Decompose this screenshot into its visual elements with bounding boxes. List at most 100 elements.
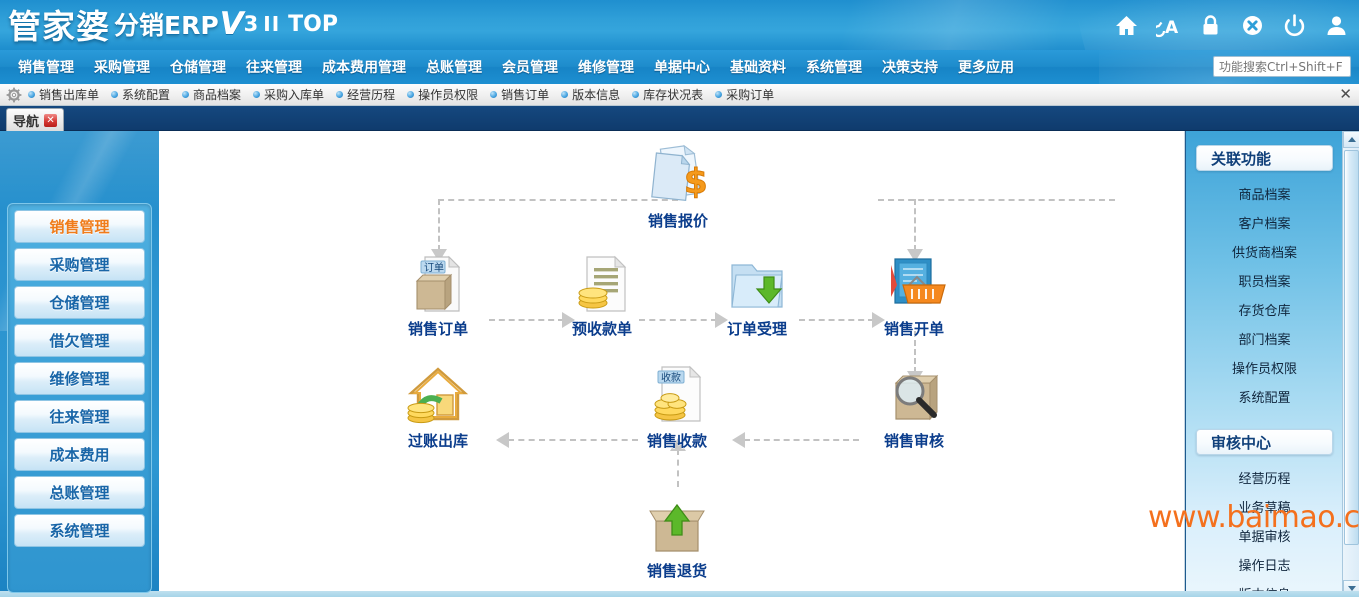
right-panel-link-0-4[interactable]: 存货仓库 <box>1186 295 1343 324</box>
shortcut-item-2[interactable]: 商品档案 <box>182 86 241 103</box>
sales-flow-diagram: $ 销售报价 订单 销售订单 预收款单 订单受理 销售开单 过账出库 收款 销售… <box>159 131 1184 597</box>
flow-node-sales-quote[interactable]: $ 销售报价 <box>618 133 738 231</box>
right-panel-link-1-1[interactable]: 业务草稿 <box>1186 492 1343 521</box>
shortcut-item-4[interactable]: 经营历程 <box>336 86 395 103</box>
right-panel-link-0-5[interactable]: 部门档案 <box>1186 324 1343 353</box>
home-icon[interactable] <box>1114 13 1139 38</box>
sidebar-item-6[interactable]: 成本费用 <box>14 438 145 471</box>
svg-text:$: $ <box>684 162 708 202</box>
scroll-up-arrow-icon[interactable] <box>1343 131 1359 148</box>
flow-node-sales-order[interactable]: 订单 销售订单 <box>378 241 498 339</box>
right-panel-link-1-3[interactable]: 操作日志 <box>1186 550 1343 579</box>
flow-node-post-outbound[interactable]: 过账出库 <box>378 353 498 451</box>
shortcut-bullet-icon <box>407 91 415 98</box>
close-circle-icon[interactable] <box>1240 13 1265 38</box>
font-size-icon[interactable]: A <box>1156 13 1181 38</box>
right-panel-link-0-2[interactable]: 供货商档案 <box>1186 237 1343 266</box>
menu-item-10[interactable]: 系统管理 <box>796 52 872 82</box>
right-panel-group-1: 审核中心经营历程业务草稿单据审核操作日志版本信息 <box>1186 429 1343 597</box>
sidebar-item-7[interactable]: 总账管理 <box>14 476 145 509</box>
basket-invoice-icon <box>854 241 974 315</box>
shortcut-bullet-icon <box>253 91 261 98</box>
logo-v-mark: V <box>219 6 244 42</box>
shortcut-item-3[interactable]: 采购入库单 <box>253 86 324 103</box>
shortcut-item-0[interactable]: 销售出库单 <box>28 86 99 103</box>
search-input[interactable] <box>1214 57 1359 76</box>
right-panel-link-0-3[interactable]: 职员档案 <box>1186 266 1343 295</box>
sidebar-item-4[interactable]: 维修管理 <box>14 362 145 395</box>
right-panel-group-title: 关联功能 <box>1196 145 1333 171</box>
shortcut-bullet-icon <box>182 91 190 98</box>
flow-node-sales-billing[interactable]: 销售开单 <box>854 241 974 339</box>
logo-brand-cn: 管家婆 <box>8 7 110 46</box>
right-panel-scrollbar[interactable] <box>1342 131 1359 597</box>
flow-node-label: 销售审核 <box>883 432 944 450</box>
shortcut-bullet-icon <box>632 91 640 98</box>
sidebar-item-3[interactable]: 借欠管理 <box>14 324 145 357</box>
shortcut-item-8[interactable]: 库存状况表 <box>632 86 703 103</box>
menu-item-6[interactable]: 会员管理 <box>492 52 568 82</box>
right-panel-link-0-1[interactable]: 客户档案 <box>1186 208 1343 237</box>
flow-node-label: 销售订单 <box>407 320 468 338</box>
shortcut-item-6[interactable]: 销售订单 <box>490 86 549 103</box>
document-dollar-icon: $ <box>618 133 738 207</box>
footer-strip <box>0 591 1359 597</box>
order-box-document-icon: 订单 <box>378 241 498 315</box>
right-panel-group-0: 关联功能商品档案 客户档案 供货商档案 职员档案 存货仓库 部门档案 操作员权限 系统配置 <box>1186 145 1343 411</box>
sidebar-item-5[interactable]: 往来管理 <box>14 400 145 433</box>
shortcut-item-7[interactable]: 版本信息 <box>561 86 620 103</box>
shortcut-item-5[interactable]: 操作员权限 <box>407 86 478 103</box>
logo-version: 3 <box>243 12 259 36</box>
flow-node-label: 销售开单 <box>883 320 944 338</box>
shortcut-item-label: 系统配置 <box>122 88 171 102</box>
shortcut-bullet-icon <box>28 91 35 98</box>
sidebar-item-8[interactable]: 系统管理 <box>14 514 145 547</box>
flow-node-sales-return[interactable]: 销售退货 <box>617 483 737 581</box>
right-panel-link-0-7[interactable]: 系统配置 <box>1186 382 1343 411</box>
flow-node-order-accept[interactable]: 订单受理 <box>697 241 817 339</box>
right-panel-link-0-6[interactable]: 操作员权限 <box>1186 353 1343 382</box>
shortcut-item-label: 库存状况表 <box>643 88 704 102</box>
shortcut-item-1[interactable]: 系统配置 <box>111 86 170 103</box>
right-panel-link-1-2[interactable]: 单据审核 <box>1186 521 1343 550</box>
gear-icon[interactable] <box>6 87 22 103</box>
function-search-box[interactable] <box>1213 56 1359 77</box>
menu-item-11[interactable]: 决策支持 <box>872 52 948 82</box>
flow-node-label: 订单受理 <box>726 320 787 338</box>
menu-item-0[interactable]: 销售管理 <box>8 52 84 82</box>
lock-icon[interactable] <box>1198 13 1223 38</box>
logo-edition: II <box>263 12 281 36</box>
user-icon[interactable] <box>1324 13 1349 38</box>
sidebar-module-panel: 销售管理采购管理仓储管理借欠管理维修管理往来管理成本费用总账管理系统管理 <box>7 203 152 593</box>
sidebar-item-2[interactable]: 仓储管理 <box>14 286 145 319</box>
menu-item-3[interactable]: 往来管理 <box>236 52 312 82</box>
power-icon[interactable] <box>1282 13 1307 38</box>
menu-item-1[interactable]: 采购管理 <box>84 52 160 82</box>
tab-close-icon[interactable]: ✕ <box>44 113 58 127</box>
menu-item-12[interactable]: 更多应用 <box>948 52 1024 82</box>
shortcut-item-label: 销售订单 <box>501 88 550 102</box>
sidebar-item-0[interactable]: 销售管理 <box>14 210 145 243</box>
shortcut-bar-close-icon[interactable]: ✕ <box>1339 86 1352 102</box>
menu-item-9[interactable]: 基础资料 <box>720 52 796 82</box>
shortcut-item-9[interactable]: 采购订单 <box>715 86 774 103</box>
menu-item-4[interactable]: 成本费用管理 <box>312 52 416 82</box>
menu-item-2[interactable]: 仓储管理 <box>160 52 236 82</box>
header-icon-group: A <box>1114 0 1349 50</box>
flow-node-label: 过账出库 <box>407 432 468 450</box>
tab-navigation[interactable]: 导航 ✕ <box>6 108 65 131</box>
right-panel-link-1-0[interactable]: 经营历程 <box>1186 463 1343 492</box>
flow-node-sales-receipt[interactable]: 收款 销售收款 <box>617 353 737 451</box>
scrollbar-thumb[interactable] <box>1344 150 1359 545</box>
shortcut-item-label: 销售出库单 <box>39 88 100 102</box>
shortcut-bullet-icon <box>336 91 344 98</box>
menu-item-8[interactable]: 单据中心 <box>644 52 720 82</box>
sidebar-item-1[interactable]: 采购管理 <box>14 248 145 281</box>
flow-node-sales-audit[interactable]: 销售审核 <box>854 353 974 451</box>
right-panel-link-0-0[interactable]: 商品档案 <box>1186 179 1343 208</box>
flow-node-prepayment[interactable]: 预收款单 <box>542 241 662 339</box>
shortcut-bullet-icon <box>490 91 498 98</box>
magnifier-box-icon <box>854 353 974 427</box>
menu-item-7[interactable]: 维修管理 <box>568 52 644 82</box>
menu-item-5[interactable]: 总账管理 <box>416 52 492 82</box>
